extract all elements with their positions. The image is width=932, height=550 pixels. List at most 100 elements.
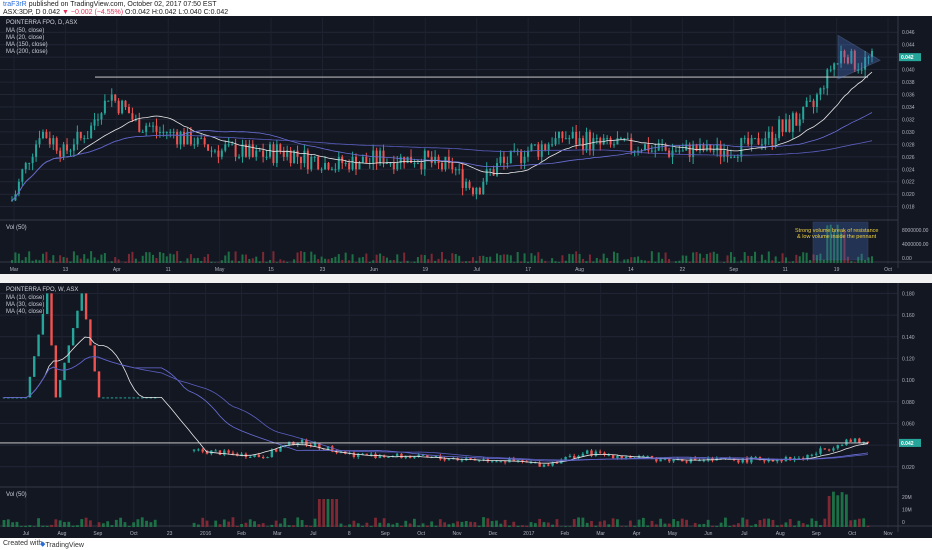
volume-bar: [269, 260, 271, 263]
candle-body: [79, 131, 82, 139]
candle-body: [90, 125, 93, 139]
volume-bar: [695, 251, 698, 263]
candle-body: [802, 106, 805, 120]
candle-body: [578, 138, 581, 145]
volume-bar: [743, 252, 746, 263]
y-tick-label: 0.040: [902, 68, 915, 74]
volume-bar: [317, 259, 320, 263]
candle-body: [50, 293, 53, 346]
candle-body: [809, 100, 812, 102]
volume-bar: [127, 525, 131, 527]
candle-body: [619, 138, 622, 140]
volume-bar: [680, 518, 684, 527]
candle-body: [506, 163, 509, 165]
y-tick-label: 0.080: [902, 400, 915, 406]
volume-bar: [292, 525, 295, 527]
candle-body: [392, 163, 395, 170]
candle-body: [678, 150, 681, 152]
volume-bar: [114, 519, 118, 527]
legend-entry: MA (30, close): [6, 302, 44, 308]
volume-tick-label: 0.00: [902, 256, 912, 262]
candle-body: [729, 156, 732, 158]
volume-bar: [138, 262, 141, 263]
volume-bar: [165, 256, 168, 263]
volume-bar: [97, 522, 101, 527]
volume-bar: [361, 257, 364, 263]
candle-body: [663, 459, 667, 461]
volume-bar: [45, 251, 48, 263]
volume-bar: [793, 525, 796, 527]
candle-body: [358, 163, 361, 170]
candle-body: [351, 156, 354, 170]
candle-body: [554, 138, 557, 145]
volume-label: Vol (50): [6, 492, 27, 498]
y-tick-label: 0.060: [902, 421, 915, 427]
volume-bar: [117, 259, 120, 263]
candle-body: [320, 169, 323, 171]
volume-bar: [780, 524, 783, 527]
candle-body: [38, 138, 41, 145]
volume-bar: [516, 251, 519, 263]
candle-body: [231, 452, 235, 454]
volume-bar: [709, 252, 712, 263]
candle-body: [93, 345, 96, 372]
volume-bar: [179, 260, 182, 263]
weekly-chart-svg[interactable]: 0.1800.1600.1400.1200.1000.0800.0600.040…: [0, 277, 932, 538]
candle-body: [485, 169, 488, 182]
volume-bar: [564, 526, 567, 527]
publisher-user[interactable]: traF3rR: [3, 1, 27, 8]
legend-entry: MA (20, close): [6, 35, 44, 41]
candle-body: [733, 156, 736, 158]
volume-bar: [827, 495, 831, 527]
candle-body: [11, 200, 13, 202]
volume-bar: [781, 253, 784, 263]
candle-body: [781, 119, 784, 132]
candle-body: [571, 131, 574, 139]
daily-chart-svg[interactable]: 0.046 0.044 0.042 0.040 0.038 0.036 0.034 0.032…: [0, 16, 932, 274]
volume-tick-label: 8000000.00: [902, 228, 929, 234]
volume-bar: [785, 257, 787, 263]
candle-body: [306, 150, 309, 170]
candle-body: [41, 131, 44, 139]
volume-bar: [499, 255, 502, 263]
volume-bar: [688, 261, 691, 263]
candle-body: [378, 455, 382, 459]
candle-body: [458, 169, 461, 171]
publish-header: traF3rR published on TradingView.com, Oc…: [0, 0, 932, 16]
volume-bar: [274, 520, 278, 527]
volume-bar: [613, 251, 615, 263]
candle-body: [760, 144, 763, 146]
candle-body: [100, 113, 103, 120]
candle-body: [54, 345, 58, 398]
candle-body: [262, 457, 265, 459]
candle-body: [21, 169, 24, 182]
volume-bar: [529, 522, 533, 527]
volume-bar: [434, 525, 438, 527]
volume-bar: [590, 520, 593, 527]
weekly-chart-panel[interactable]: 0.1800.1600.1400.1200.1000.0800.0600.040…: [0, 277, 932, 538]
candle-body: [317, 156, 320, 170]
candle-body: [623, 138, 626, 140]
x-tick-label: Jul: [474, 267, 480, 273]
y-tick-label: 0.030: [902, 130, 915, 136]
volume-bar: [207, 254, 210, 263]
candle-body: [443, 459, 446, 461]
volume-bar: [41, 525, 45, 527]
footer: Created with ◆ TradingView: [0, 538, 932, 550]
volume-bar: [255, 256, 258, 263]
candle-body: [747, 138, 750, 145]
volume-bar: [640, 259, 643, 263]
volume-bar: [37, 518, 40, 527]
daily-symbol-change: ▼ −0.002 (−4.55%): [62, 9, 124, 16]
volume-bar: [626, 259, 629, 263]
daily-chart-panel[interactable]: 0.046 0.044 0.042 0.040 0.038 0.036 0.034 0.032…: [0, 16, 932, 274]
volume-bar: [227, 521, 231, 527]
volume-bar: [141, 255, 144, 263]
legend-entry: MA (50, close): [6, 28, 44, 34]
candle-body: [503, 461, 507, 463]
volume-bar: [234, 251, 237, 263]
volume-bar: [15, 521, 19, 527]
tradingview-logo[interactable]: ◆ TradingView: [40, 540, 84, 549]
volume-bar: [685, 519, 688, 527]
candle-body: [754, 457, 757, 458]
